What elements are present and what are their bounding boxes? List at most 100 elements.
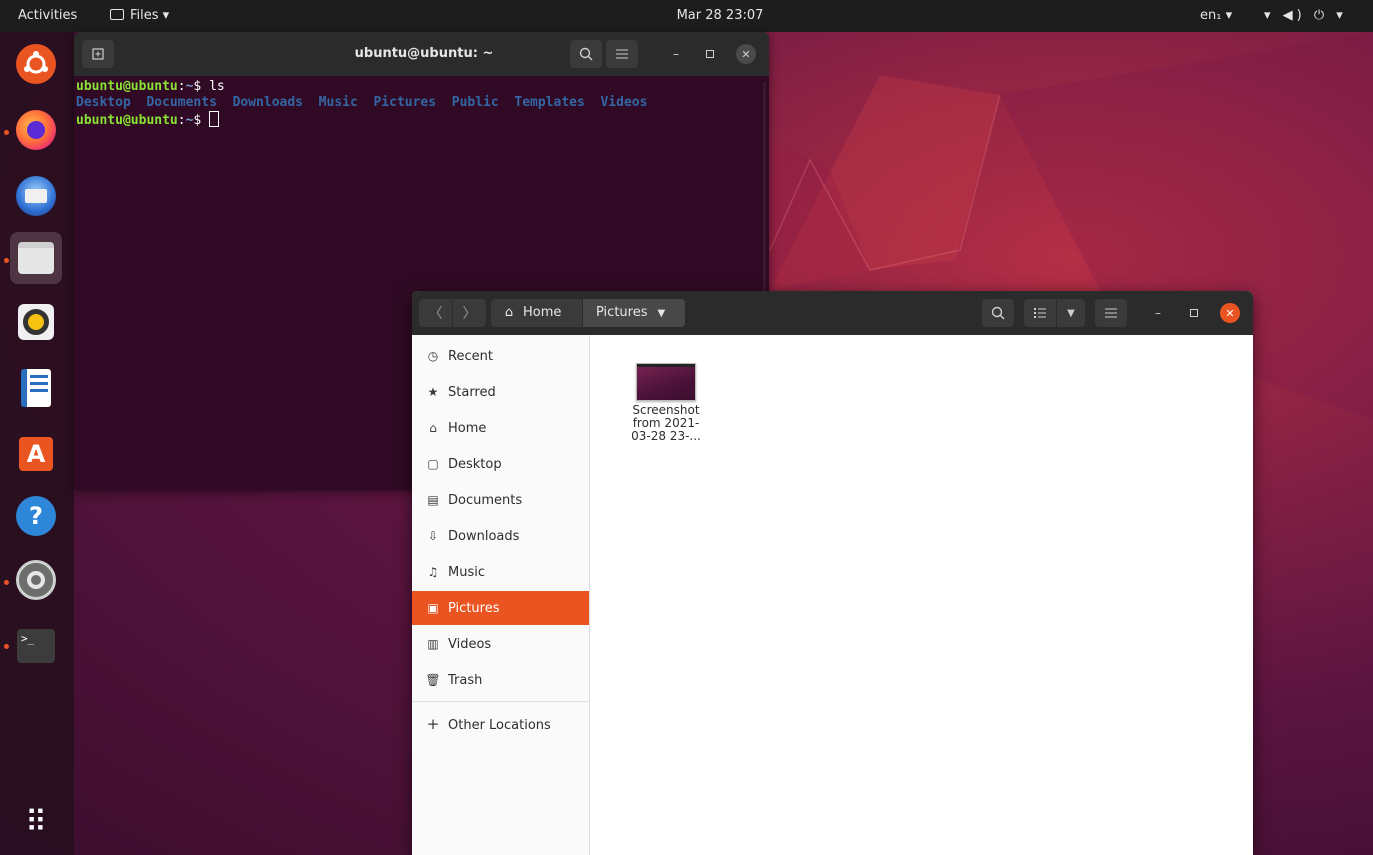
files-header-bar[interactable]: 〈 〉 ⌂ Home Pictures ▼ ▼ – ✕: [412, 291, 1253, 335]
maximize-icon: [706, 50, 714, 58]
terminal-line: ubuntu@ubuntu:~$ ls: [76, 79, 756, 95]
maximize-icon: [1190, 309, 1198, 317]
chevron-left-icon: 〈: [428, 306, 443, 322]
terminal-title: ubuntu@ubuntu: ~: [354, 46, 494, 61]
sidebar-item-label: Desktop: [448, 457, 502, 472]
dock-ubuntu[interactable]: [10, 38, 62, 90]
view-options-dropdown[interactable]: ▼: [1057, 299, 1085, 327]
prompt-separator: :: [177, 79, 186, 94]
dock-thunderbird[interactable]: [10, 170, 62, 222]
close-icon: ✕: [1225, 306, 1235, 320]
path-bar-current[interactable]: Pictures ▼: [583, 299, 685, 327]
rhythmbox-icon: [18, 304, 54, 340]
sidebar-item-label: Downloads: [448, 529, 520, 544]
download-icon: ⇩: [427, 529, 439, 543]
ls-entry: Downloads: [232, 95, 304, 110]
ls-entry: Templates: [514, 95, 585, 110]
sidebar-item-recent[interactable]: ◷ Recent: [412, 339, 589, 373]
caret-down-icon: ▼: [1067, 307, 1075, 319]
sidebar-item-videos[interactable]: ▥ Videos: [412, 627, 589, 661]
dock-settings[interactable]: [10, 554, 62, 606]
back-button[interactable]: 〈: [419, 299, 452, 327]
sidebar-item-starred[interactable]: ★ Starred: [412, 375, 589, 409]
terminal-minimize-button[interactable]: –: [666, 44, 686, 64]
files-close-button[interactable]: ✕: [1220, 303, 1240, 323]
terminal-close-button[interactable]: ✕: [736, 44, 756, 64]
app-menu-label: Files ▾: [130, 8, 170, 23]
terminal-icon: >_: [17, 629, 55, 663]
writer-icon: [21, 369, 51, 407]
search-icon: [579, 47, 593, 61]
dock-files[interactable]: [10, 232, 62, 284]
dock-terminal[interactable]: >_: [10, 620, 62, 672]
ls-entry: Music: [318, 95, 358, 110]
sidebar-item-label: Trash: [448, 673, 483, 688]
terminal-search-button[interactable]: [570, 40, 602, 68]
list-view-button[interactable]: [1024, 299, 1056, 327]
dock-libreoffice-writer[interactable]: [10, 362, 62, 414]
sidebar-item-home[interactable]: ⌂ Home: [412, 411, 589, 445]
prompt-dollar: $: [193, 113, 210, 128]
picture-icon: ▣: [427, 601, 439, 615]
dock-help[interactable]: ?: [10, 490, 62, 542]
file-name[interactable]: Screenshot from 2021- 03-28 23-...: [617, 404, 715, 443]
forward-button[interactable]: 〉: [453, 299, 486, 327]
prompt-user: ubuntu@ubuntu: [76, 113, 178, 128]
file-thumbnail[interactable]: [636, 363, 696, 401]
sidebar-item-label: Starred: [448, 385, 496, 400]
terminal-line: ubuntu@ubuntu:~$: [76, 111, 756, 129]
terminal-menu-button[interactable]: [606, 40, 638, 68]
grid-icon: ⠿: [25, 804, 47, 840]
ls-entry: Pictures: [373, 95, 437, 110]
help-icon: ?: [16, 496, 56, 536]
sidebar-item-downloads[interactable]: ⇩ Downloads: [412, 519, 589, 553]
files-sidebar: ◷ Recent ★ Starred ⌂ Home ▢ Desktop ▤ Documen…: [412, 335, 590, 855]
clock[interactable]: Mar 28 23:07: [650, 0, 790, 32]
trash-icon: 🗑: [425, 673, 441, 687]
sidebar-item-trash[interactable]: 🗑 Trash: [412, 663, 589, 697]
activities-button[interactable]: Activities: [18, 0, 77, 32]
terminal-maximize-button[interactable]: [700, 44, 720, 64]
sidebar-item-pictures[interactable]: ▣ Pictures: [412, 591, 589, 625]
sidebar-item-documents[interactable]: ▤ Documents: [412, 483, 589, 517]
files-minimize-button[interactable]: –: [1148, 303, 1168, 323]
show-applications-button[interactable]: ⠿: [10, 796, 62, 848]
sidebar-item-desktop[interactable]: ▢ Desktop: [412, 447, 589, 481]
document-icon: ▤: [427, 493, 439, 507]
dock-software[interactable]: A: [10, 428, 62, 480]
sidebar-item-other-locations[interactable]: + Other Locations: [412, 707, 589, 741]
new-tab-icon: [92, 48, 104, 60]
ls-entry: Public: [451, 95, 499, 110]
terminal-cursor: [209, 111, 220, 127]
chevron-right-icon: 〉: [462, 306, 477, 322]
path-bar-home[interactable]: ⌂ Home: [491, 299, 582, 327]
files-search-button[interactable]: [982, 299, 1014, 327]
clock-icon: ◷: [427, 349, 439, 363]
app-menu-files[interactable]: Files ▾: [110, 0, 169, 32]
dock-rhythmbox[interactable]: [10, 296, 62, 348]
desktop-icon: ▢: [427, 457, 439, 471]
sidebar-item-label: Home: [448, 421, 487, 436]
system-menu[interactable]: ▾ ◀) ⏻ ▾: [1264, 0, 1347, 32]
running-indicator: [4, 644, 9, 649]
sidebar-item-music[interactable]: ♫ Music: [412, 555, 589, 589]
software-icon: A: [19, 437, 53, 471]
video-icon: ▥: [427, 637, 439, 651]
files-content-area[interactable]: Screenshot from 2021- 03-28 23-...: [591, 335, 1253, 855]
language-indicator[interactable]: en₁ ▾: [1200, 0, 1232, 32]
sidebar-separator: [412, 701, 589, 702]
ls-output-line: Desktop Documents Downloads Music Pictur…: [76, 95, 756, 111]
ls-entry: Videos: [600, 95, 648, 110]
files-menu-button[interactable]: [1095, 299, 1127, 327]
files-window[interactable]: 〈 〉 ⌂ Home Pictures ▼ ▼ – ✕ ◷ Recent ★ Starr…: [412, 291, 1253, 855]
files-icon: [18, 242, 54, 274]
list-view-icon: [1034, 308, 1046, 318]
prompt-dollar: $: [193, 79, 210, 94]
new-tab-button[interactable]: [82, 40, 114, 68]
search-icon: [991, 306, 1005, 320]
files-maximize-button[interactable]: [1184, 303, 1204, 323]
plus-icon: +: [426, 715, 440, 733]
terminal-header-bar[interactable]: ubuntu@ubuntu: ~ – ✕: [74, 32, 769, 76]
prompt-separator: :: [177, 113, 186, 128]
dock-firefox[interactable]: [10, 104, 62, 156]
